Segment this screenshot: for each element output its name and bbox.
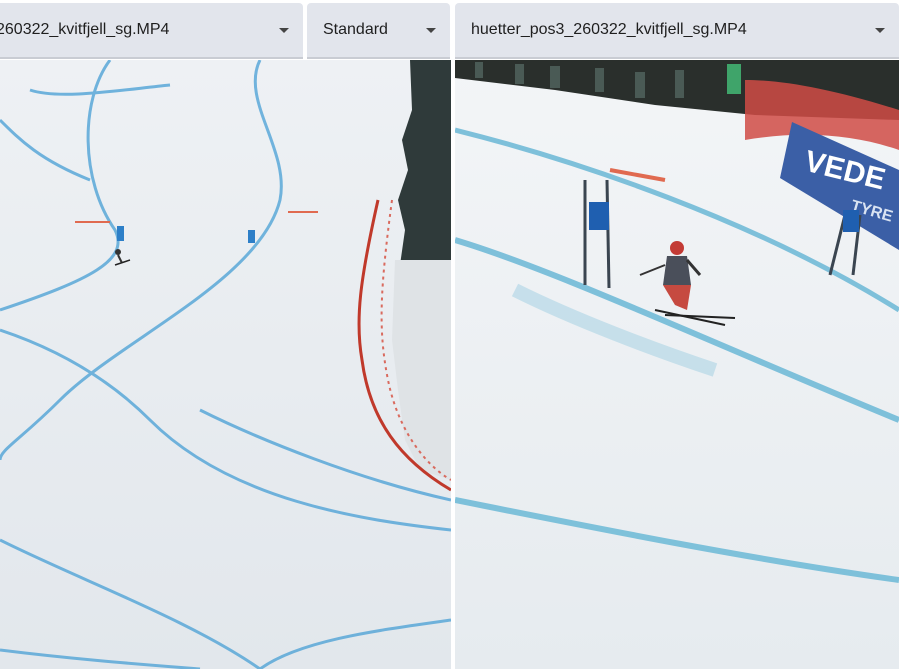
left-video-select[interactable]: 260322_kvitfjell_sg.MP4 [0,3,303,59]
right-video-frame: VEDE TYRE [455,60,899,669]
left-video-frame [0,60,451,669]
chevron-down-icon[interactable] [279,27,289,33]
chevron-down-icon[interactable] [875,27,885,33]
view-mode-select-value: Standard [323,21,388,38]
gate-flag [248,230,255,243]
right-video-select[interactable]: huetter_pos3_260322_kvitfjell_sg.MP4 [455,3,899,59]
gate-flag [589,202,609,230]
gate-flag [117,226,124,241]
left-video-select-value: 260322_kvitfjell_sg.MP4 [0,21,170,38]
left-video-player[interactable] [0,60,451,669]
right-video-select-value: huetter_pos3_260322_kvitfjell_sg.MP4 [471,21,747,38]
right-video-player[interactable]: VEDE TYRE [455,60,899,669]
skier [115,249,121,255]
gate-flag [843,210,859,232]
view-mode-select[interactable]: Standard [307,3,450,59]
chevron-down-icon[interactable] [426,27,436,33]
